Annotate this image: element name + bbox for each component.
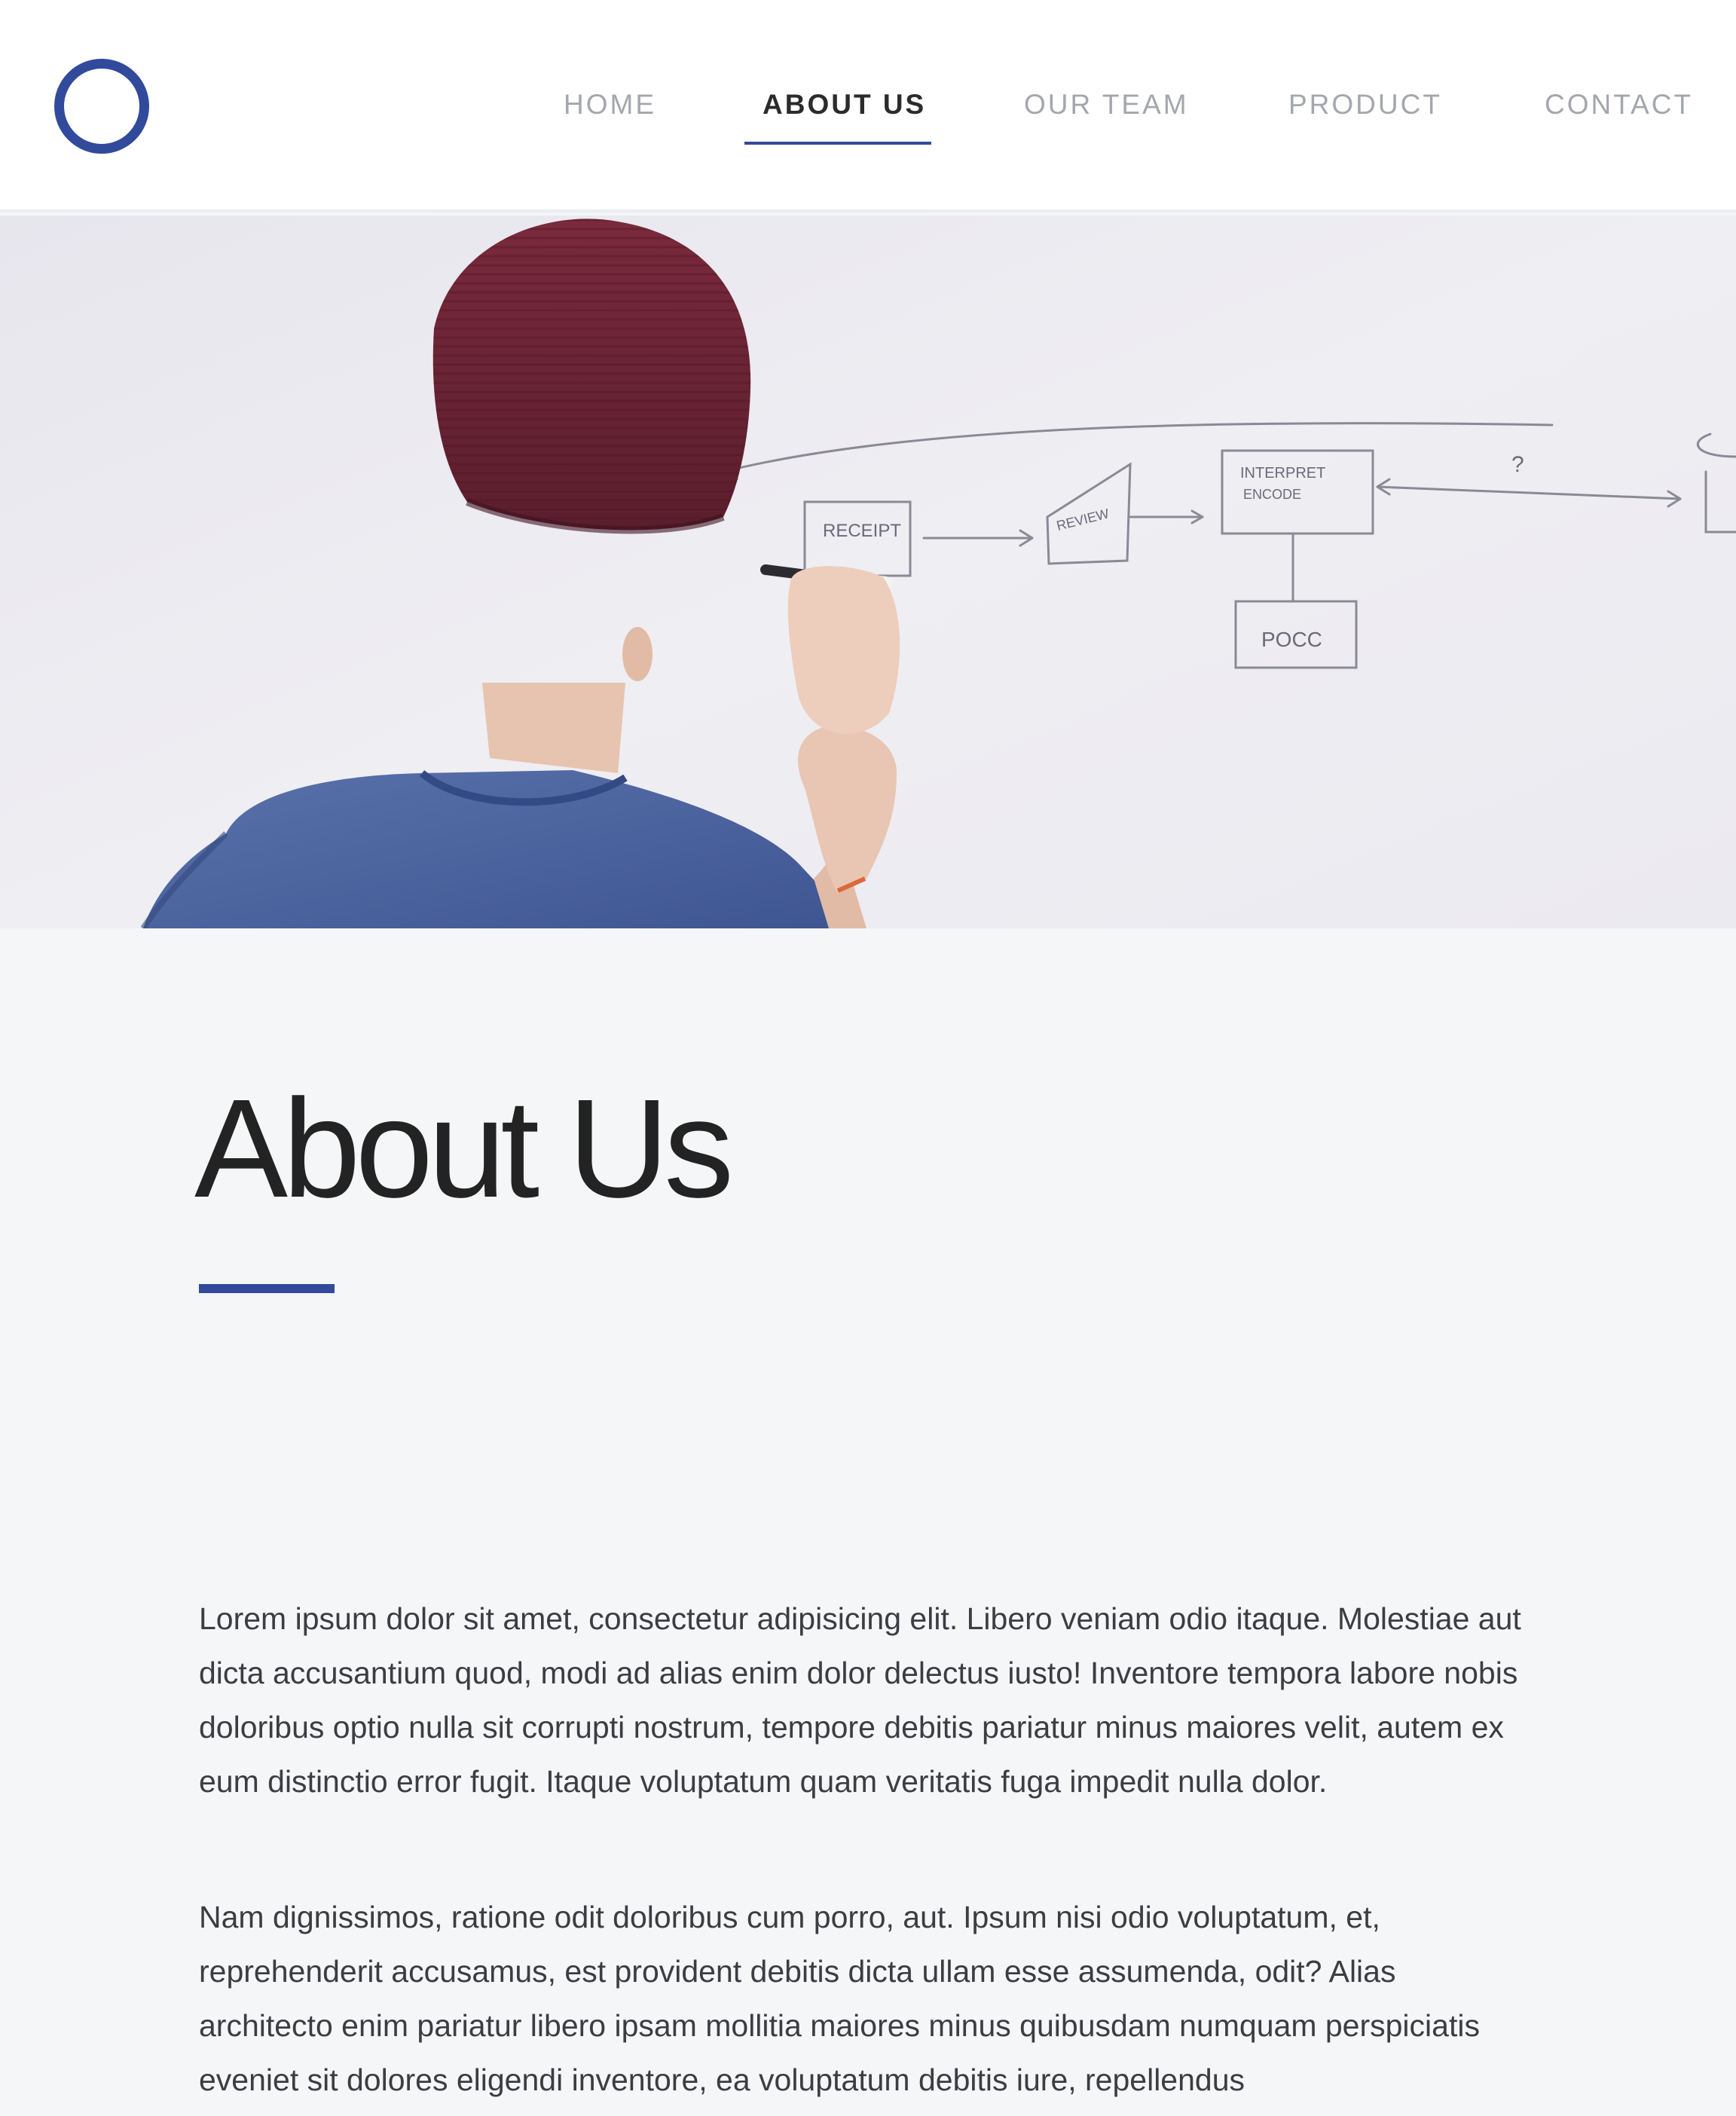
- hero-image: RECEIPT REVIEW INTERPRET ENCODE POCC ?: [0, 216, 1736, 928]
- about-section: About Us Lorem ipsum dolor sit amet, con…: [0, 928, 1736, 2116]
- svg-text:?: ?: [1511, 452, 1524, 477]
- hero-illustration: RECEIPT REVIEW INTERPRET ENCODE POCC ?: [0, 216, 1736, 928]
- active-nav-underline: [744, 142, 931, 145]
- nav-item-about-us[interactable]: ABOUT US: [763, 89, 926, 121]
- svg-text:ENCODE: ENCODE: [1243, 487, 1301, 502]
- nav-item-our-team[interactable]: OUR TEAM: [1024, 89, 1189, 121]
- site-header: HOME ABOUT US OUR TEAM PRODUCT CONTACT: [0, 0, 1736, 213]
- title-accent-rule: [199, 1284, 335, 1293]
- page-title: About Us: [194, 1071, 734, 1227]
- nav-item-home[interactable]: HOME: [564, 89, 656, 121]
- svg-text:INTERPRET: INTERPRET: [1240, 465, 1325, 482]
- nav-item-contact[interactable]: CONTACT: [1545, 89, 1693, 121]
- svg-text:RECEIPT: RECEIPT: [823, 521, 901, 541]
- logo-circle-icon[interactable]: [54, 59, 149, 154]
- about-paragraph-1: Lorem ipsum dolor sit amet, consectetur …: [199, 1601, 1521, 1799]
- about-paragraph-2: Nam dignissimos, ratione odit doloribus …: [199, 1900, 1480, 2097]
- nav-item-product[interactable]: PRODUCT: [1288, 89, 1442, 121]
- svg-text:POCC: POCC: [1261, 628, 1322, 651]
